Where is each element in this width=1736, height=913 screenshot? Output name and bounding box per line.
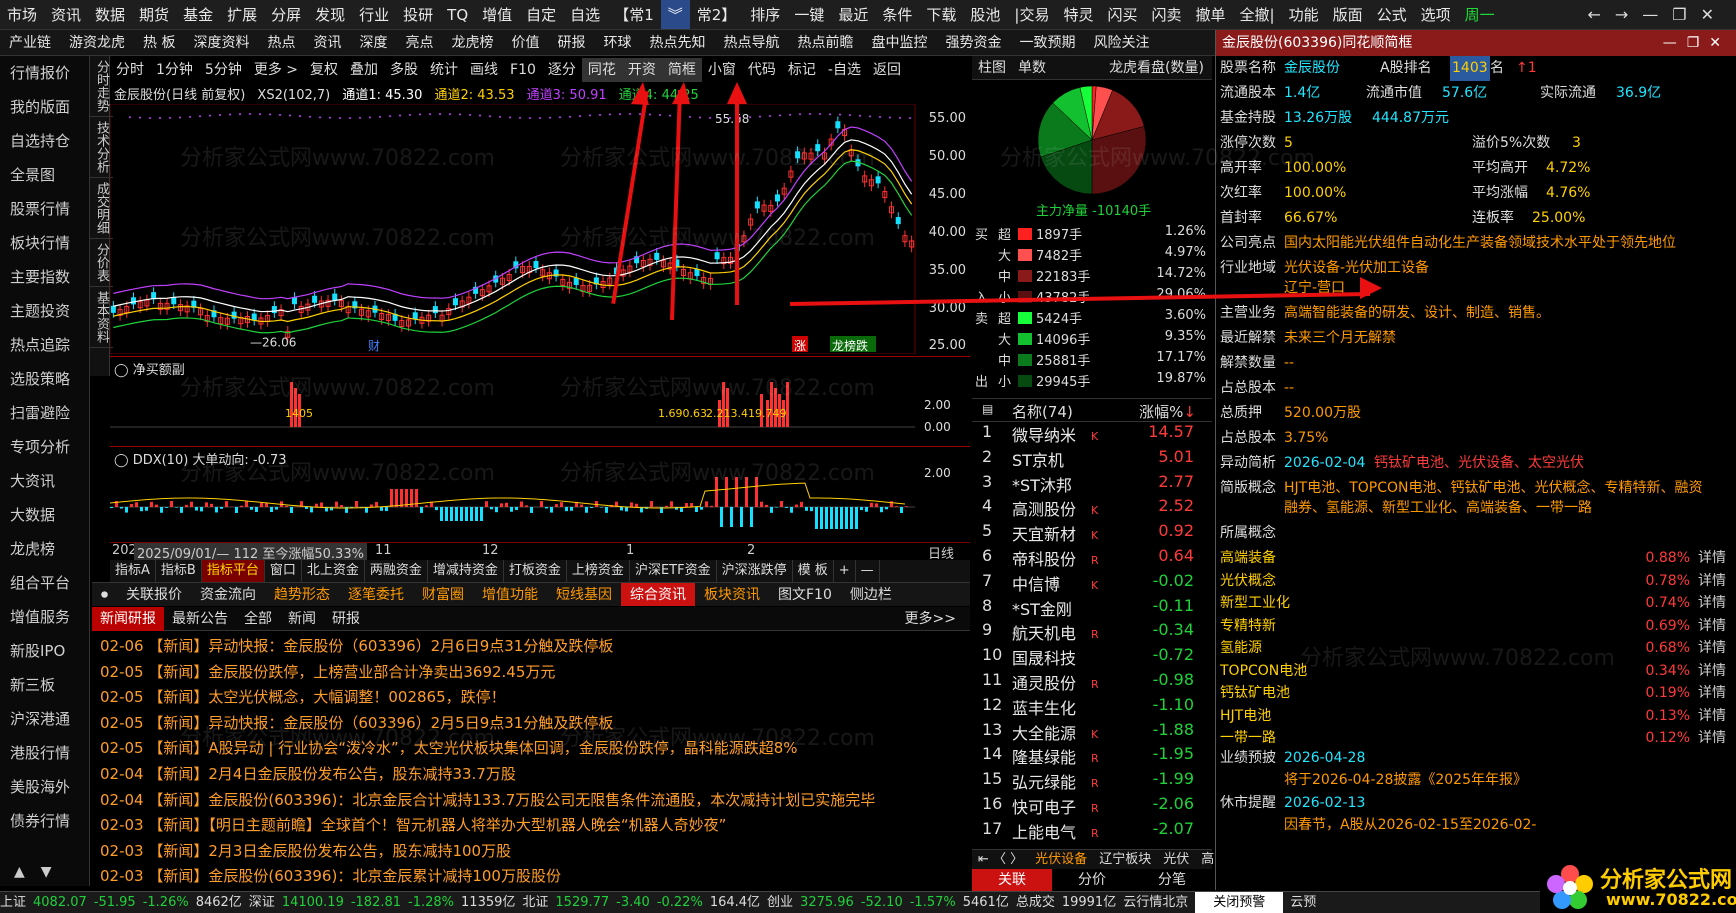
watermark-text: 分析家公式网www.70822.com xyxy=(1000,146,1315,171)
flower-logo-icon xyxy=(1547,865,1593,909)
status-item: 164.4亿 xyxy=(709,895,761,910)
status-item: 19991亿 xyxy=(1061,895,1117,910)
status-item: 8462亿 xyxy=(195,895,242,910)
status-item: -1.26% xyxy=(142,895,189,910)
watermark-text: 分析家公式网www.70822.com xyxy=(180,226,495,251)
status-item: 5461亿 xyxy=(962,895,1009,910)
status-item: 云行情北京 xyxy=(1123,895,1189,910)
watermark-text: 分析家公式网www.70822.com xyxy=(180,146,495,171)
status-item: -51.95 xyxy=(93,895,136,910)
status-item: 深证 xyxy=(248,895,275,910)
watermark-text: 分析家公式网www.70822.com xyxy=(560,376,875,401)
status-item: 4082.07 xyxy=(33,895,87,910)
status-item: 北证 xyxy=(522,895,549,910)
status-item: 1529.77 xyxy=(555,895,610,910)
watermark-text: 分析家公式网www.70822.com xyxy=(180,376,495,401)
status-bar: 上证 4082.07 -51.95 -1.26% 8462亿 深证 14100.19 -182… xyxy=(0,891,1736,913)
status-item: 总成交 xyxy=(1015,895,1055,910)
watermark-text: 分析家公式网www.70822.com xyxy=(1300,646,1615,671)
status-item: 上证 xyxy=(0,895,27,910)
status-item: -52.10 xyxy=(860,895,903,910)
close-alert-button[interactable]: 关闭预警 xyxy=(1195,892,1284,913)
status-item: 14100.19 xyxy=(281,895,344,910)
site-logo: 分析家公式网 www.70822.com xyxy=(1540,860,1736,913)
status-item: -182.81 xyxy=(350,895,402,910)
status-item: -3.40 xyxy=(616,895,650,910)
status-item: -1.57% xyxy=(909,895,956,910)
watermark-text: 分析家公式网www.70822.com xyxy=(560,461,875,486)
watermark-text: 分析家公式网www.70822.com xyxy=(560,726,875,751)
status-item: 3275.96 xyxy=(800,895,854,910)
status-item: 创业 xyxy=(767,895,794,910)
watermark-text: 分析家公式网www.70822.com xyxy=(560,226,875,251)
status-item: 11359亿 xyxy=(461,895,516,910)
watermark-text: 分析家公式网www.70822.com xyxy=(180,461,495,486)
status-item: -1.28% xyxy=(408,895,455,910)
watermark-text: 分析家公式网www.70822.com xyxy=(560,146,875,171)
status-item: -0.22% xyxy=(656,895,703,910)
watermark-text: 分析家公式网www.70822.com xyxy=(180,726,495,751)
logo-url: www.70822.com xyxy=(1606,890,1736,909)
cloud-label: 云预 xyxy=(1290,895,1317,910)
